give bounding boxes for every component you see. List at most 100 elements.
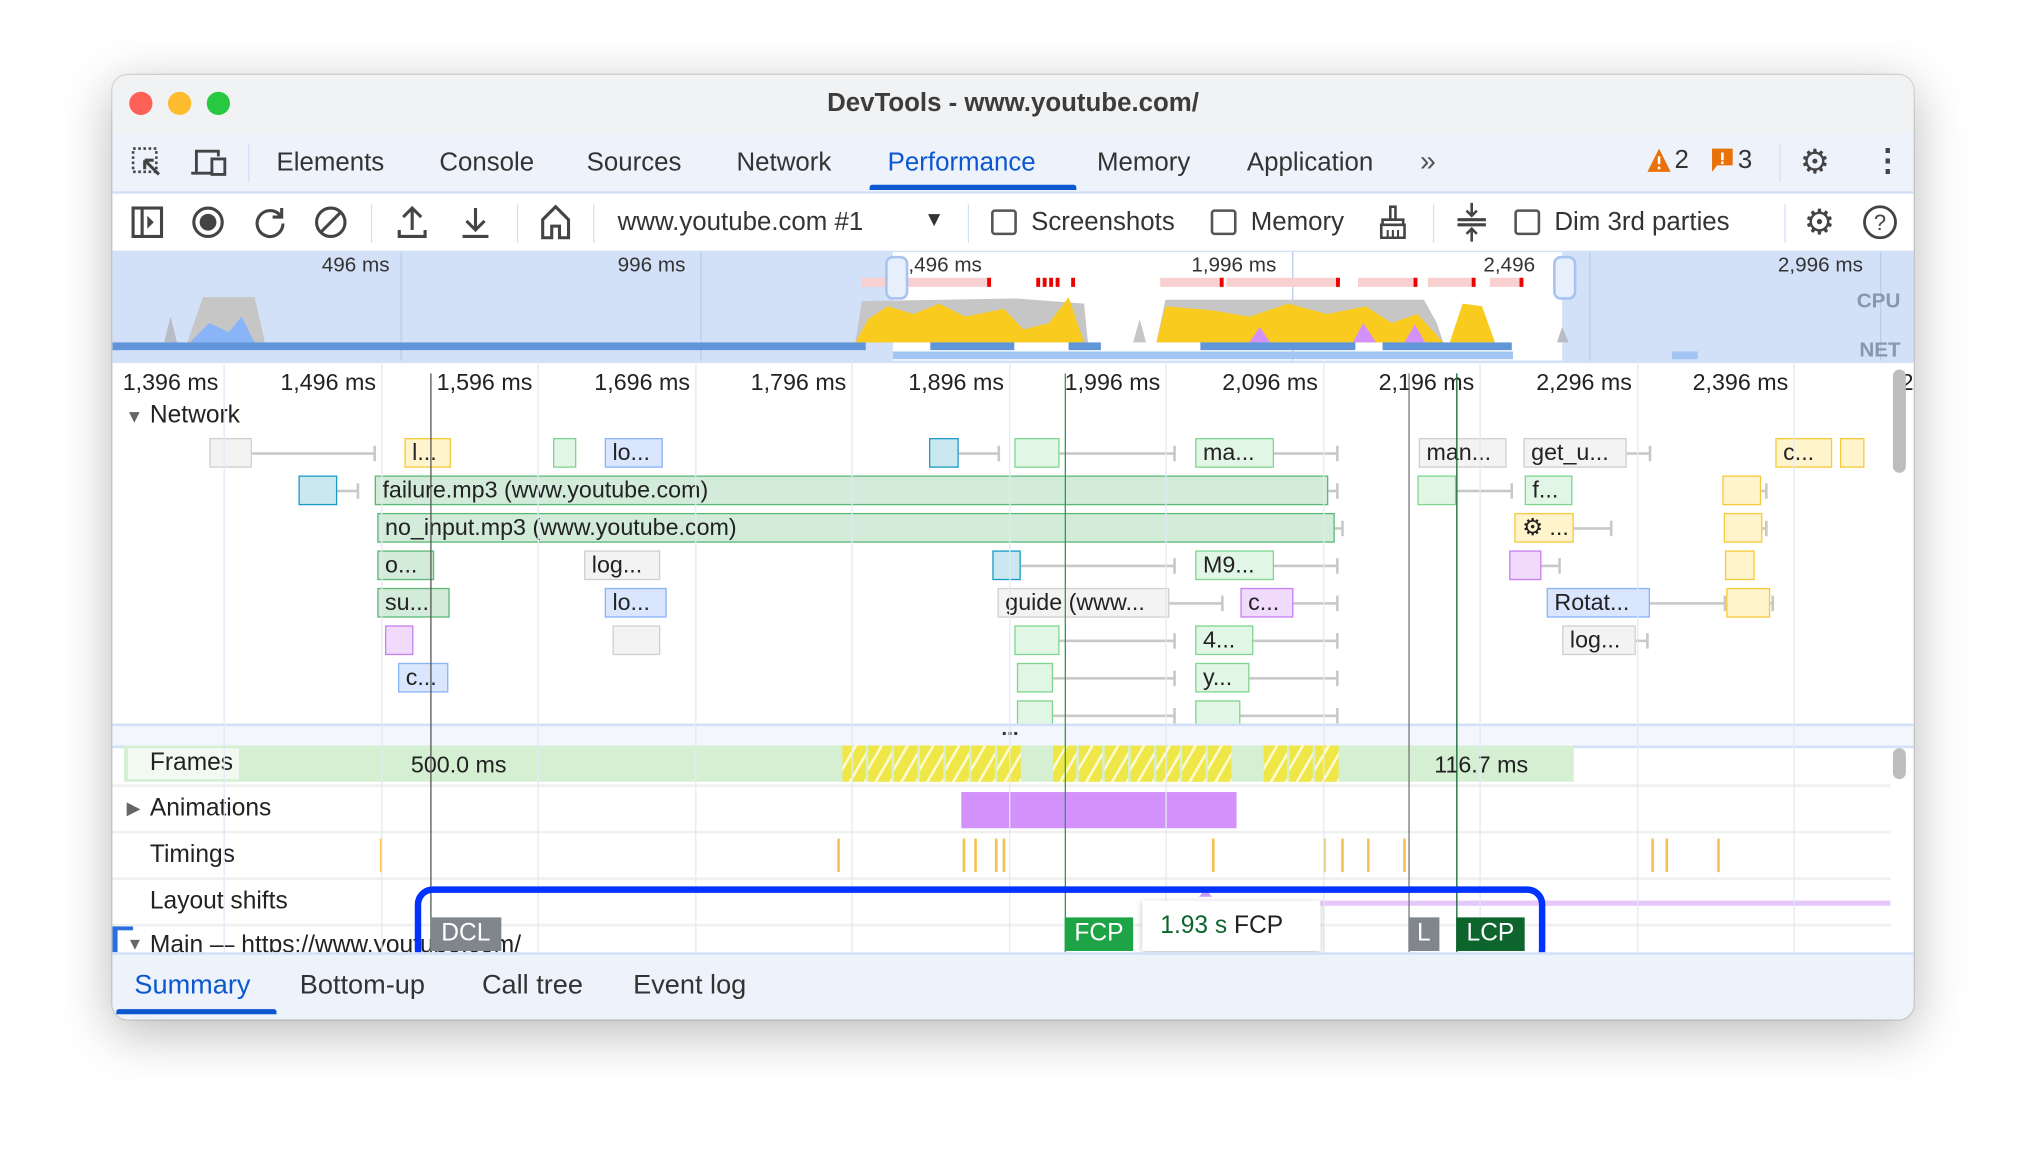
tab-memory[interactable]: Memory: [1097, 149, 1190, 179]
network-request[interactable]: [298, 475, 338, 506]
inspect-element-icon[interactable]: [131, 146, 165, 180]
frame[interactable]: [945, 745, 970, 782]
network-request[interactable]: c...: [1240, 587, 1294, 618]
timing-mark[interactable]: [994, 838, 997, 873]
network-request[interactable]: c...: [397, 662, 449, 693]
network-request[interactable]: [1016, 662, 1054, 693]
frame[interactable]: [868, 745, 892, 782]
network-request[interactable]: [1839, 438, 1865, 468]
collapse-tracks-icon[interactable]: [1455, 202, 1489, 243]
network-request[interactable]: [1014, 625, 1060, 656]
frame[interactable]: [894, 745, 918, 782]
network-request[interactable]: [553, 438, 577, 468]
frame[interactable]: [1104, 745, 1129, 782]
tab-event-log[interactable]: Event log: [633, 970, 746, 1001]
network-request[interactable]: c...: [1775, 438, 1833, 468]
settings-gear-icon[interactable]: ⚙: [1800, 145, 1830, 179]
network-request[interactable]: log...: [1562, 625, 1636, 656]
network-request[interactable]: o...: [377, 550, 435, 581]
timing-mark[interactable]: [1665, 838, 1668, 873]
warning-icon[interactable]: [1646, 147, 1672, 179]
tab-call-tree[interactable]: Call tree: [482, 970, 583, 1001]
network-request[interactable]: l...: [404, 438, 451, 468]
frame[interactable]: [1182, 745, 1206, 782]
tab-bottom-up[interactable]: Bottom-up: [300, 970, 425, 1001]
frame-duration[interactable]: 116.7 ms: [1434, 752, 1528, 779]
device-toolbar-icon[interactable]: [190, 146, 229, 180]
timing-mark[interactable]: [1717, 838, 1720, 873]
network-request[interactable]: lo...: [604, 438, 663, 468]
collapse-triangle-icon[interactable]: ▼: [125, 406, 143, 427]
dim-3rd-parties-checkbox[interactable]: [1514, 209, 1541, 236]
timeline-overview[interactable]: 496 ms 996 ms ,496 ms 1,996 ms 2,496 2,9…: [112, 251, 1914, 362]
collect-garbage-icon[interactable]: [1377, 204, 1408, 240]
reload-record-icon[interactable]: [253, 205, 287, 239]
error-icon[interactable]: [1711, 147, 1734, 179]
network-request[interactable]: su...: [377, 587, 450, 618]
frame[interactable]: [919, 745, 944, 782]
dropdown-arrow-icon[interactable]: ▼: [924, 209, 944, 232]
network-request[interactable]: [929, 438, 959, 468]
network-request[interactable]: ⚙ ...: [1514, 512, 1574, 543]
tab-performance[interactable]: Performance: [888, 149, 1036, 179]
animation-event[interactable]: [961, 792, 1237, 829]
frame[interactable]: [1315, 745, 1339, 782]
collapse-triangle-icon[interactable]: ▼: [127, 934, 144, 952]
timing-mark[interactable]: [837, 838, 840, 873]
network-request[interactable]: M9...: [1195, 550, 1275, 581]
timings-label[interactable]: Timings: [150, 841, 235, 869]
more-options-icon[interactable]: ⋮: [1872, 142, 1903, 179]
network-request[interactable]: [612, 625, 661, 656]
network-request[interactable]: [1016, 700, 1054, 724]
recording-select[interactable]: www.youtube.com #1: [618, 208, 864, 238]
frame[interactable]: [1208, 745, 1232, 782]
frame[interactable]: [1156, 745, 1180, 782]
network-request[interactable]: [992, 550, 1021, 581]
tracks-scrollbar[interactable]: [1892, 748, 1906, 780]
network-request[interactable]: [1724, 550, 1755, 581]
tab-application[interactable]: Application: [1247, 149, 1373, 179]
frame[interactable]: [1130, 745, 1154, 782]
network-request[interactable]: [1014, 438, 1060, 468]
network-request[interactable]: [1722, 475, 1762, 506]
network-request[interactable]: lo...: [604, 587, 667, 618]
toggle-sidebar-icon[interactable]: [131, 205, 165, 239]
selection-right-handle[interactable]: [1553, 255, 1577, 300]
network-request[interactable]: [385, 625, 414, 656]
tab-sources[interactable]: Sources: [587, 149, 682, 179]
tab-console[interactable]: Console: [439, 149, 534, 179]
timing-mark[interactable]: [962, 838, 965, 873]
frame[interactable]: [1053, 745, 1077, 782]
frames-label[interactable]: Frames: [150, 749, 233, 777]
network-request[interactable]: [1417, 475, 1457, 506]
network-request[interactable]: no_input.mp3 (www.youtube.com): [377, 512, 1335, 543]
tab-summary[interactable]: Summary: [134, 970, 250, 1001]
network-request[interactable]: [1723, 512, 1763, 543]
network-request[interactable]: [1726, 587, 1771, 618]
clear-icon[interactable]: [314, 205, 348, 239]
network-request[interactable]: ma...: [1195, 438, 1275, 468]
record-icon[interactable]: [191, 205, 225, 239]
network-request[interactable]: get_u...: [1523, 438, 1627, 468]
frame[interactable]: [971, 745, 995, 782]
layout-shifts-label[interactable]: Layout shifts: [150, 888, 288, 916]
timing-mark[interactable]: [974, 838, 977, 873]
expand-triangle-icon[interactable]: ▶: [127, 797, 141, 819]
chevron-double-right-icon[interactable]: »: [1420, 145, 1436, 179]
network-request[interactable]: log...: [584, 550, 661, 581]
network-request[interactable]: man...: [1418, 438, 1507, 468]
network-request[interactable]: f...: [1524, 475, 1573, 506]
network-request[interactable]: [1509, 550, 1542, 581]
network-request[interactable]: Rotat...: [1546, 587, 1651, 618]
warning-count[interactable]: 2: [1675, 146, 1689, 176]
frame[interactable]: [1078, 745, 1103, 782]
tab-network[interactable]: Network: [736, 149, 831, 179]
timing-mark[interactable]: [1002, 838, 1005, 873]
memory-checkbox[interactable]: [1210, 209, 1237, 236]
home-icon[interactable]: [539, 204, 573, 240]
track-divider[interactable]: ...: [112, 718, 1914, 749]
network-request[interactable]: 4...: [1195, 625, 1254, 656]
frame[interactable]: [1263, 745, 1287, 782]
timing-mark[interactable]: [1403, 838, 1406, 873]
help-icon[interactable]: ?: [1862, 204, 1898, 240]
